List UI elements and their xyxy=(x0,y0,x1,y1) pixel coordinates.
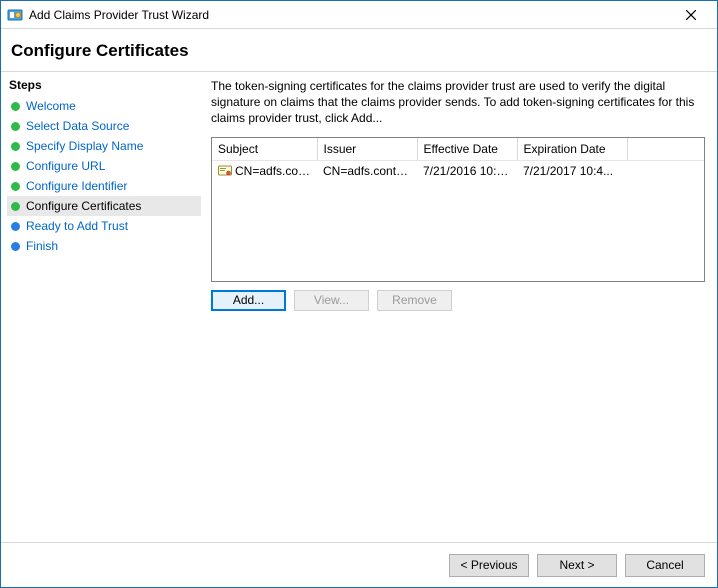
step-label[interactable]: Welcome xyxy=(26,99,76,113)
wizard-body: Steps Welcome Select Data Source Specify… xyxy=(1,71,717,543)
page-heading: Configure Certificates xyxy=(1,29,717,71)
add-button[interactable]: Add... xyxy=(211,290,286,311)
table-row[interactable]: CN=adfs.cont... CN=adfs.contos... 7/21/2… xyxy=(212,160,704,181)
step-label[interactable]: Ready to Add Trust xyxy=(26,219,128,233)
step-indicator-icon xyxy=(11,162,20,171)
col-filler xyxy=(627,138,704,161)
step-indicator-icon xyxy=(11,242,20,251)
wizard-icon xyxy=(7,7,23,23)
cancel-button[interactable]: Cancel xyxy=(625,554,705,577)
certificate-icon xyxy=(218,164,232,178)
wizard-window: Add Claims Provider Trust Wizard Configu… xyxy=(0,0,718,588)
step-label[interactable]: Configure URL xyxy=(26,159,105,173)
step-label[interactable]: Finish xyxy=(26,239,58,253)
close-button[interactable] xyxy=(671,1,711,28)
step-welcome[interactable]: Welcome xyxy=(7,96,201,116)
window-title: Add Claims Provider Trust Wizard xyxy=(29,8,671,22)
step-indicator-icon xyxy=(11,182,20,191)
titlebar: Add Claims Provider Trust Wizard xyxy=(1,1,717,29)
step-label: Configure Certificates xyxy=(26,199,141,213)
main-panel: The token-signing certificates for the c… xyxy=(201,72,717,542)
cell-subject-text: CN=adfs.cont... xyxy=(235,164,317,178)
step-finish[interactable]: Finish xyxy=(7,236,201,256)
remove-button: Remove xyxy=(377,290,452,311)
previous-button[interactable]: < Previous xyxy=(449,554,529,577)
step-configure-url[interactable]: Configure URL xyxy=(7,156,201,176)
certificates-table[interactable]: Subject Issuer Effective Date Expiration… xyxy=(211,137,705,282)
step-configure-identifier[interactable]: Configure Identifier xyxy=(7,176,201,196)
instructions-text: The token-signing certificates for the c… xyxy=(211,78,705,127)
steps-sidebar: Steps Welcome Select Data Source Specify… xyxy=(1,72,201,542)
view-button: View... xyxy=(294,290,369,311)
step-select-data-source[interactable]: Select Data Source xyxy=(7,116,201,136)
wizard-footer: < Previous Next > Cancel xyxy=(1,543,717,587)
step-indicator-icon xyxy=(11,102,20,111)
step-indicator-icon xyxy=(11,202,20,211)
col-expiration-date[interactable]: Expiration Date xyxy=(517,138,627,161)
table-header-row: Subject Issuer Effective Date Expiration… xyxy=(212,138,704,161)
next-button[interactable]: Next > xyxy=(537,554,617,577)
step-label[interactable]: Select Data Source xyxy=(26,119,129,133)
step-indicator-icon xyxy=(11,122,20,131)
step-label[interactable]: Specify Display Name xyxy=(26,139,143,153)
step-label[interactable]: Configure Identifier xyxy=(26,179,127,193)
step-ready-to-add-trust[interactable]: Ready to Add Trust xyxy=(7,216,201,236)
step-configure-certificates[interactable]: Configure Certificates xyxy=(7,196,201,216)
cell-subject: CN=adfs.cont... xyxy=(212,160,317,181)
cell-issuer: CN=adfs.contos... xyxy=(317,160,417,181)
col-subject[interactable]: Subject xyxy=(212,138,317,161)
col-effective-date[interactable]: Effective Date xyxy=(417,138,517,161)
step-specify-display-name[interactable]: Specify Display Name xyxy=(7,136,201,156)
steps-title: Steps xyxy=(7,78,201,96)
cell-effective: 7/21/2016 10:2... xyxy=(417,160,517,181)
cert-buttons-row: Add... View... Remove xyxy=(211,290,705,311)
col-issuer[interactable]: Issuer xyxy=(317,138,417,161)
step-indicator-icon xyxy=(11,222,20,231)
step-indicator-icon xyxy=(11,142,20,151)
cell-expiration: 7/21/2017 10:4... xyxy=(517,160,627,181)
